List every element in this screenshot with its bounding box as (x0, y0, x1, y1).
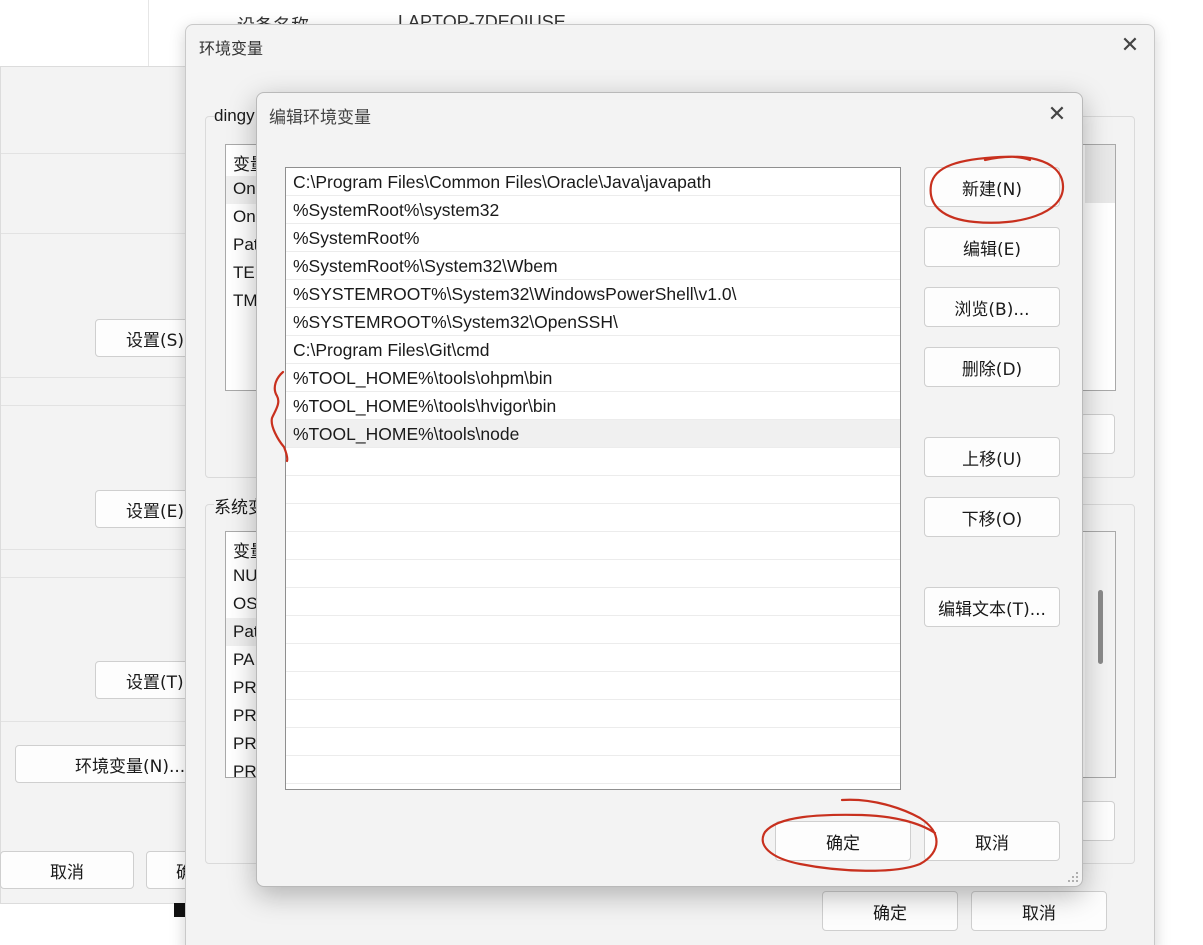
bg-divider (148, 0, 149, 66)
list-item[interactable]: NU (233, 566, 258, 586)
edit-button[interactable]: 编辑(E) (924, 227, 1060, 267)
bg-cancel-button[interactable]: 取消 (0, 851, 134, 889)
env-window-title: 环境变量 (199, 39, 264, 58)
system-vars-edit-button-fragment[interactable] (1080, 801, 1115, 841)
env-vars-button[interactable]: 环境变量(N)... (15, 745, 200, 783)
list-item[interactable]: On (233, 207, 256, 227)
divider (1, 233, 201, 234)
empty-row[interactable] (286, 700, 900, 728)
divider (1, 405, 201, 406)
list-item[interactable]: On (233, 179, 256, 199)
ok-button[interactable]: 确定 (775, 821, 911, 861)
divider (1, 153, 201, 154)
empty-row[interactable] (286, 728, 900, 756)
close-icon[interactable]: ✕ (1045, 102, 1069, 126)
user-vars-edit-button-fragment[interactable] (1080, 414, 1115, 454)
empty-row[interactable] (286, 672, 900, 700)
list-item[interactable]: PR (233, 706, 257, 726)
env-ok-button[interactable]: 确定 (822, 891, 958, 931)
path-row[interactable]: %SystemRoot%\system32 (286, 196, 900, 224)
list-item[interactable]: PR (233, 762, 257, 777)
empty-row[interactable] (286, 448, 900, 476)
list-item[interactable]: Pat (233, 235, 259, 255)
resize-grip-icon[interactable] (1066, 870, 1080, 884)
divider (1, 549, 201, 550)
list-item[interactable]: Pat (233, 622, 259, 642)
divider (1, 377, 201, 378)
path-list[interactable]: C:\Program Files\Common Files\Oracle\Jav… (285, 167, 901, 790)
path-row[interactable]: C:\Program Files\Git\cmd (286, 336, 900, 364)
path-row[interactable]: %TOOL_HOME%\tools\hvigor\bin (286, 392, 900, 420)
system-list-scrollbar[interactable] (1098, 590, 1103, 664)
cancel-button[interactable]: 取消 (924, 821, 1060, 861)
path-row[interactable]: %SYSTEMROOT%\System32\OpenSSH\ (286, 308, 900, 336)
env-cancel-button[interactable]: 取消 (971, 891, 1107, 931)
list-item[interactable]: PR (233, 734, 257, 754)
path-row[interactable]: %SYSTEMROOT%\System32\WindowsPowerShell\… (286, 280, 900, 308)
edit-text-button[interactable]: 编辑文本(T)... (924, 587, 1060, 627)
divider (1, 721, 201, 722)
list-item[interactable]: PA (233, 650, 254, 670)
divider (1, 577, 201, 578)
path-row[interactable]: %SystemRoot% (286, 224, 900, 252)
empty-row[interactable] (286, 504, 900, 532)
empty-row[interactable] (286, 616, 900, 644)
user-list-header-fill (1085, 145, 1115, 203)
list-item[interactable]: OS (233, 594, 258, 614)
path-row-selected[interactable]: %TOOL_HOME%\tools\node (286, 420, 900, 448)
delete-button[interactable]: 删除(D) (924, 347, 1060, 387)
empty-row[interactable] (286, 756, 900, 784)
browse-button[interactable]: 浏览(B)... (924, 287, 1060, 327)
list-item[interactable]: TM (233, 291, 258, 311)
move-down-button[interactable]: 下移(O) (924, 497, 1060, 537)
path-row[interactable]: C:\Program Files\Common Files\Oracle\Jav… (286, 168, 900, 196)
user-vars-label: dingy (214, 106, 259, 126)
close-icon[interactable]: ✕ (1118, 33, 1142, 57)
path-row[interactable]: %TOOL_HOME%\tools\ohpm\bin (286, 364, 900, 392)
empty-row[interactable] (286, 532, 900, 560)
move-up-button[interactable]: 上移(U) (924, 437, 1060, 477)
path-row[interactable]: %SystemRoot%\System32\Wbem (286, 252, 900, 280)
new-button[interactable]: 新建(N) (924, 167, 1060, 207)
list-item[interactable]: PR (233, 678, 257, 698)
empty-row[interactable] (286, 588, 900, 616)
empty-row[interactable] (286, 644, 900, 672)
edit-dialog-title: 编辑环境变量 (269, 108, 371, 128)
empty-row[interactable] (286, 560, 900, 588)
empty-row[interactable] (286, 476, 900, 504)
